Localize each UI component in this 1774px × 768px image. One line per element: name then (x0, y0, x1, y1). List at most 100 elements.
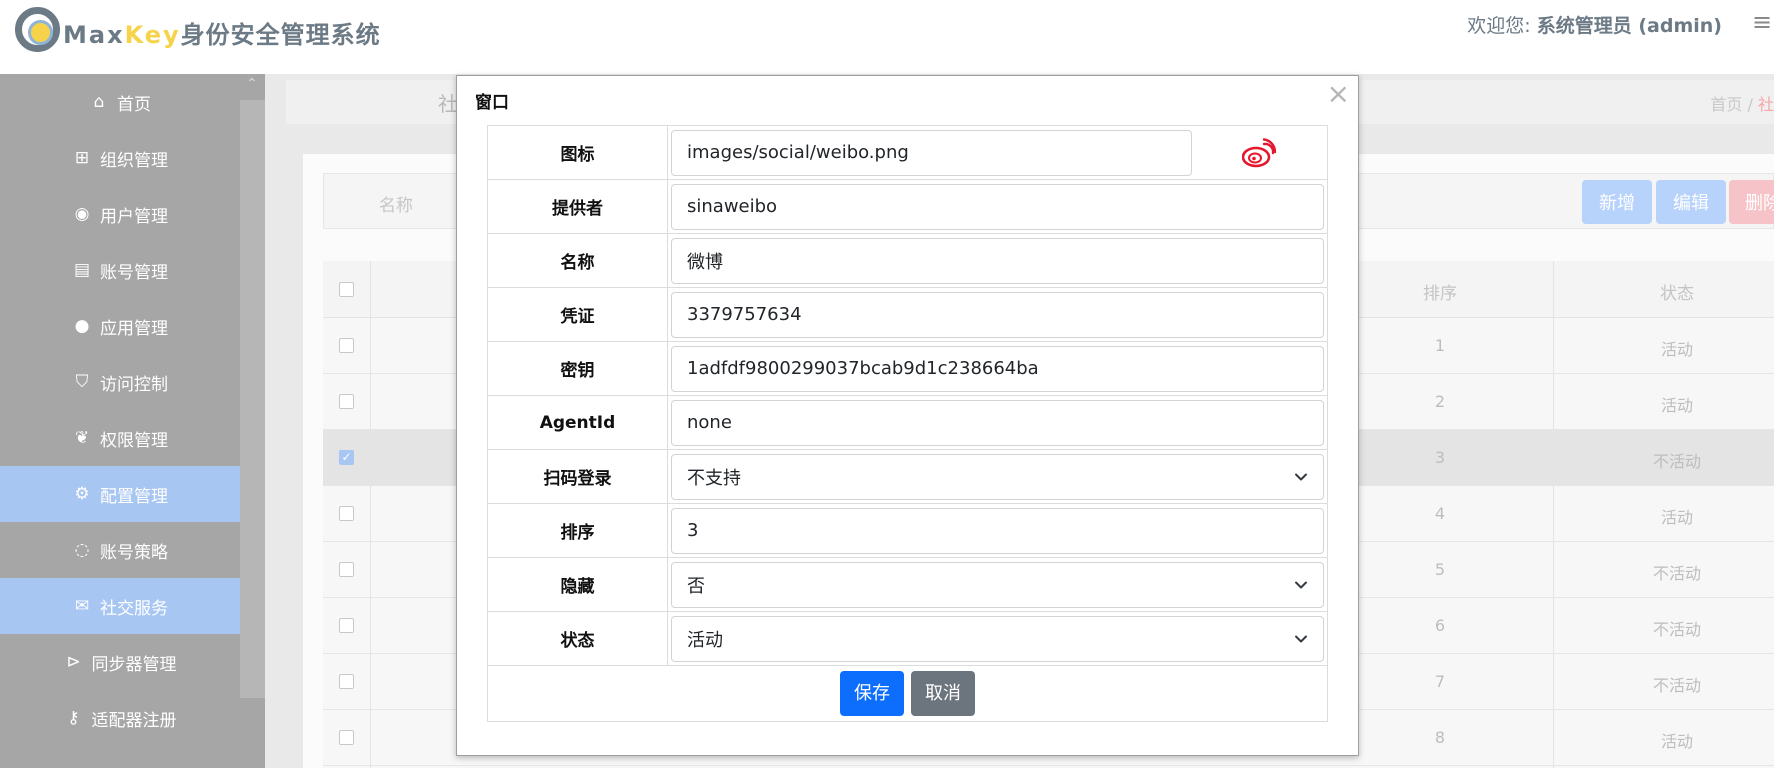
sidebar-item-users[interactable]: ◉ 用户管理 (0, 186, 240, 242)
breadcrumb: 首页 / 社 (1710, 95, 1774, 114)
breadcrumb-current: 社 (1757, 95, 1774, 114)
comments-icon: ✉ (74, 596, 90, 616)
cogs-icon: ⚙ (74, 484, 90, 504)
welcome-text: 欢迎您: 系统管理员 (admin) (1467, 15, 1722, 37)
credential-label: 凭证 (487, 287, 668, 342)
sitemap-icon: ⊞ (74, 148, 90, 168)
globe-icon: ● (74, 316, 90, 336)
cell-order: 6 (1434, 616, 1446, 635)
add-button[interactable]: 新增 (1582, 180, 1652, 224)
weibo-icon (1242, 137, 1276, 167)
icon-label: 图标 (487, 125, 668, 180)
agentid-label: AgentId (487, 395, 668, 450)
cell-status: 活动 (1660, 340, 1693, 359)
status-label: 状态 (487, 611, 668, 666)
order-input[interactable]: 3 (671, 507, 1324, 554)
credential-input[interactable]: 3379757634 (671, 291, 1324, 338)
scrollbar-thumb[interactable] (240, 100, 265, 698)
menu-toggle-icon[interactable]: ≡ (1752, 10, 1774, 34)
page-title: 社 (438, 92, 458, 116)
save-button[interactable]: 保存 (839, 671, 904, 716)
cell-status: 活动 (1660, 396, 1693, 415)
app-title: MaxKey身份安全管理系统 (63, 21, 381, 49)
sidebar-item-apps[interactable]: ● 应用管理 (0, 298, 240, 354)
column-header-status[interactable]: 状态 (1552, 279, 1774, 304)
cell-order: 5 (1434, 560, 1446, 579)
form-row-provider: 提供者 sinaweibo (487, 179, 1328, 234)
sidebar-item-access[interactable]: ⛉ 访问控制 (0, 354, 240, 410)
secret-label: 密钥 (487, 341, 668, 396)
close-icon[interactable]: × (1327, 80, 1350, 108)
hidden-label: 隐藏 (487, 557, 668, 612)
scan-login-label: 扫码登录 (487, 449, 668, 504)
sidebar-item-adapter[interactable]: ⚷ 适配器注册 (0, 690, 240, 746)
row-checkbox[interactable] (339, 338, 354, 353)
cell-order: 4 (1434, 504, 1446, 523)
icon-path-input[interactable]: images/social/weibo.png (671, 129, 1192, 176)
cell-order: 2 (1434, 392, 1446, 411)
scan-login-select[interactable]: 不支持 (671, 453, 1324, 500)
form-row-actions: 保存 取消 (487, 665, 1328, 722)
maxkey-logo-icon (15, 7, 60, 52)
provider-input[interactable]: sinaweibo (671, 183, 1324, 230)
form-row-scan-login: 扫码登录 不支持 (487, 449, 1328, 504)
breadcrumb-home-link[interactable]: 首页 (1710, 95, 1742, 114)
edit-button[interactable]: 编辑 (1656, 180, 1726, 224)
id-card-icon: ▤ (73, 260, 91, 280)
sidebar-item-account-policy[interactable]: ◌ 账号策略 (0, 522, 240, 578)
chevron-down-icon (1295, 581, 1307, 588)
name-label: 名称 (487, 233, 668, 288)
cell-status: 活动 (1660, 732, 1693, 751)
cell-status: 活动 (1660, 508, 1693, 527)
cell-order: 8 (1434, 728, 1446, 747)
provider-label: 提供者 (487, 179, 668, 234)
row-checkbox[interactable]: ✓ (339, 450, 354, 465)
search-name-label: 名称 (379, 196, 413, 216)
hidden-select[interactable]: 否 (671, 561, 1324, 608)
top-header: MaxKey身份安全管理系统 欢迎您: 系统管理员 (admin) ≡ (0, 0, 1774, 74)
sidebar-item-sync[interactable]: ⊳ 同步器管理 (0, 634, 240, 690)
cancel-button[interactable]: 取消 (911, 671, 976, 716)
column-header-order[interactable]: 排序 (1360, 279, 1520, 304)
chevron-down-icon (1295, 473, 1307, 480)
form-row-order: 排序 3 (487, 503, 1328, 558)
chevron-up-icon[interactable]: ⌃ (246, 76, 258, 92)
sidebar-item-social[interactable]: ✉ 社交服务 (0, 578, 240, 634)
form-row-credential: 凭证 3379757634 (487, 287, 1328, 342)
sidebar-scrollbar[interactable]: ⌃ (240, 74, 265, 768)
cell-status: 不活动 (1652, 564, 1701, 583)
row-checkbox[interactable] (339, 730, 354, 745)
form-row-status: 状态 活动 (487, 611, 1328, 666)
row-checkbox[interactable] (339, 562, 354, 577)
chevron-down-icon (1295, 635, 1307, 642)
sidebar-item-org[interactable]: ⊞ 组织管理 (0, 130, 240, 186)
delete-button[interactable]: 删除 (1729, 180, 1774, 224)
row-checkbox[interactable] (339, 618, 354, 633)
agentid-input[interactable]: none (671, 399, 1324, 446)
form-row-icon: 图标 images/social/weibo.png (487, 125, 1328, 180)
cell-status: 不活动 (1652, 620, 1701, 639)
form-row-agentid: AgentId none (487, 395, 1328, 450)
edit-dialog: 窗口 × 图标 images/social/weibo.png 提供者 sina… (456, 75, 1359, 756)
user-circle-icon: ◉ (74, 204, 90, 224)
current-user-link[interactable]: 系统管理员 (admin) (1537, 15, 1722, 37)
sidebar-item-home[interactable]: ⌂ 首页 (0, 74, 240, 130)
sidebar-item-permissions[interactable]: ❦ 权限管理 (0, 410, 240, 466)
cell-status: 不活动 (1652, 452, 1701, 471)
row-checkbox[interactable] (339, 674, 354, 689)
shield-icon: ⛉ (75, 372, 89, 392)
select-all-checkbox[interactable] (339, 282, 354, 297)
sidebar-item-config[interactable]: ⚙ 配置管理 (0, 466, 240, 522)
form-row-hidden: 隐藏 否 (487, 557, 1328, 612)
secret-input[interactable]: 1adfdf9800299037bcab9d1c238664ba (671, 345, 1324, 392)
sidebar-item-accounts[interactable]: ▤ 账号管理 (0, 242, 240, 298)
cell-order: 7 (1434, 672, 1446, 691)
row-checkbox[interactable] (339, 506, 354, 521)
form-row-secret: 密钥 1adfdf9800299037bcab9d1c238664ba (487, 341, 1328, 396)
key-icon: ⚷ (67, 708, 80, 728)
name-input[interactable]: 微博 (671, 237, 1324, 284)
status-select[interactable]: 活动 (671, 615, 1324, 662)
circle-notch-icon: ◌ (74, 540, 90, 560)
row-checkbox[interactable] (339, 394, 354, 409)
leaf-icon: ❦ (74, 428, 90, 448)
